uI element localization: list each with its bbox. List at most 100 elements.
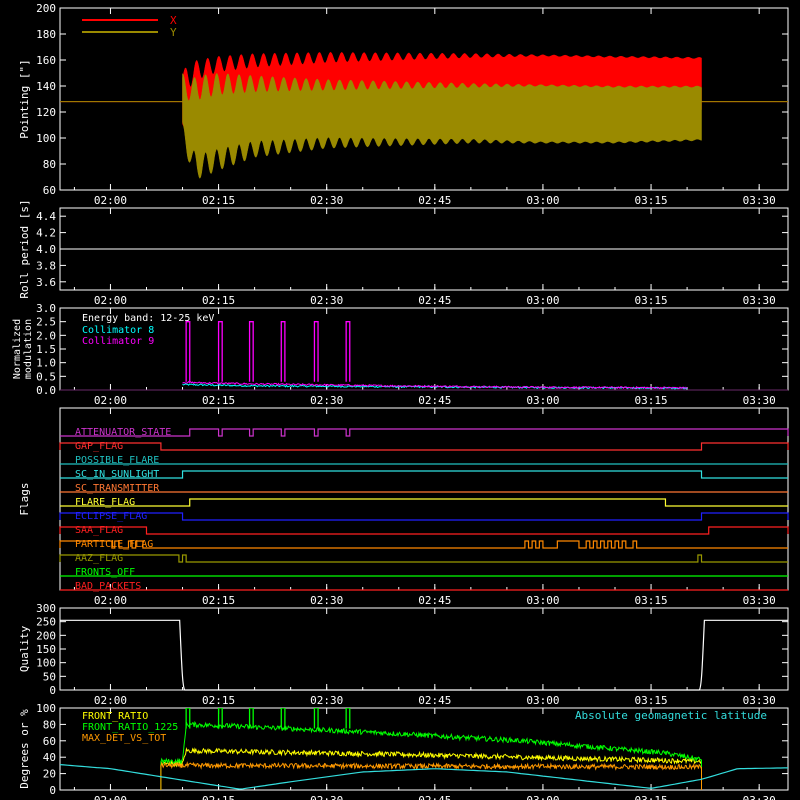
y-tick-label: 60 [43,735,56,748]
series-quality [60,619,788,691]
x-tick-label: 03:30 [743,294,776,307]
y-tick-label: 3.6 [36,276,56,289]
spike [248,321,254,382]
legend-label: MAX_DET_VS_TOT [82,733,166,744]
y-tick-label: 150 [36,643,56,656]
y-tick-label: 4.0 [36,243,56,256]
flag-label: GAP_FLAG [75,441,123,452]
y-tick-label: 50 [43,670,56,683]
y-axis-label: Roll period [s] [18,199,31,298]
panel-5: 02:00 02:15 02:30 02:45 03:00 03:15 03:30 05010… [18,602,789,707]
x-tick-label: 02:15 [202,394,235,407]
panel-2: 02:00 02:15 02:30 02:45 03:00 03:15 03:30 3.6 3.… [18,199,789,307]
y-tick-label: 20 [43,768,56,781]
flag-label: ATTENUATOR_STATE [75,427,171,438]
spike [217,321,223,382]
legend-title: Energy band: 12-25 keV [82,313,214,324]
flag-label: ECLIPSE_FLAG [75,511,147,522]
x-tick-label: 03:00 [526,694,559,707]
y-tick-label: 3.8 [36,259,56,272]
series-geomagnetic-latitude [60,764,788,790]
y-tick-label: 0 [49,684,56,697]
x-tick-label: 03:15 [634,294,667,307]
flag-label: FRONTS_OFF [75,567,135,578]
y-axis-label: modulation [23,319,34,379]
x-tick-label: 02:30 [310,194,343,207]
x-tick-label: 03:00 [526,794,559,800]
y-tick-label: 100 [36,702,56,715]
flag-label: POSSIBLE_FLARE [75,455,159,466]
x-tick-label: 02:30 [310,694,343,707]
x-tick-label: 02:15 [202,594,235,607]
x-tick-label: 02:00 [94,294,127,307]
y-tick-label: 0 [49,784,56,797]
x-tick-label: 02:00 [94,194,127,207]
y-tick-label: 2.5 [36,316,56,329]
x-tick-label: 02:00 [94,394,127,407]
panel-1: 02:00 02:15 02:30 02:45 03:00 03:15 03:30 60 80 1… [18,2,789,207]
y-tick-label: 60 [43,184,56,197]
x-tick-label: 02:30 [310,294,343,307]
spike [313,708,319,729]
x-tick-label: 03:15 [634,394,667,407]
y-axis-label: Flags [18,482,31,515]
flag-line-saa_flag [59,526,789,535]
x-tick-label: 03:00 [526,394,559,407]
spike [345,321,351,382]
y-tick-label: 4.4 [36,210,56,223]
flag-label: PARTICLE_FLAG [75,539,153,550]
x-tick-label: 03:30 [743,594,776,607]
spike [345,708,351,729]
legend-label: Collimator 8 [82,325,154,336]
series-front_ratio_1225 [160,720,702,766]
y-axis-label: Normalized [12,319,23,379]
x-tick-label: 02:15 [202,694,235,707]
spike [280,708,286,729]
x-tick-label: 02:30 [310,594,343,607]
x-tick-label: 03:15 [634,694,667,707]
x-tick-label: 03:30 [743,794,776,800]
x-tick-label: 02:15 [202,294,235,307]
legend-label: FRONT_RATIO [82,711,148,722]
x-tick-label: 02:00 [94,594,127,607]
x-tick-label: 03:00 [526,194,559,207]
y-tick-label: 200 [36,2,56,15]
flag-label: SAA_FLAG [75,525,123,536]
legend-label: Y [170,26,177,39]
x-tick-label: 02:45 [418,794,451,800]
x-tick-label: 02:45 [418,194,451,207]
y-tick-label: 40 [43,751,56,764]
panel-6: 02:00 02:15 02:30 02:45 03:00 03:15 03:30 0 20 40… [18,702,789,800]
flag-line-flare_flag [60,498,788,507]
x-tick-label: 02:45 [418,694,451,707]
x-tick-label: 02:00 [94,694,127,707]
y-axis-label: Pointing ["] [18,59,31,138]
y-axis-label: Quality [18,625,31,672]
flag-line-eclipse_flag [59,512,789,521]
spike [313,321,319,382]
spike [280,321,286,382]
spike [185,321,191,382]
y-tick-label: 120 [36,106,56,119]
x-tick-label: 02:15 [202,194,235,207]
x-tick-label: 03:00 [526,594,559,607]
y-tick-label: 80 [43,158,56,171]
y-tick-label: 100 [36,132,56,145]
y-tick-label: 0.0 [36,384,56,397]
x-tick-label: 02:45 [418,294,451,307]
x-tick-label: 02:15 [202,794,235,800]
y-tick-label: 100 [36,657,56,670]
legend-label: FRONT_RATIO_1225 [82,722,178,733]
x-tick-label: 03:30 [743,694,776,707]
plot-area [60,51,788,179]
flag-label: BAD_PACKETS [75,581,141,592]
flag-line-aaz_flag [59,554,788,563]
x-tick-label: 02:00 [94,794,127,800]
flag-line-sc_in_sunlight [60,470,788,479]
x-tick-label: 03:30 [743,194,776,207]
y-tick-label: 1.5 [36,343,56,356]
x-tick-label: 03:15 [634,794,667,800]
x-tick-label: 02:45 [418,394,451,407]
y-tick-label: 140 [36,80,56,93]
x-tick-label: 03:15 [634,194,667,207]
